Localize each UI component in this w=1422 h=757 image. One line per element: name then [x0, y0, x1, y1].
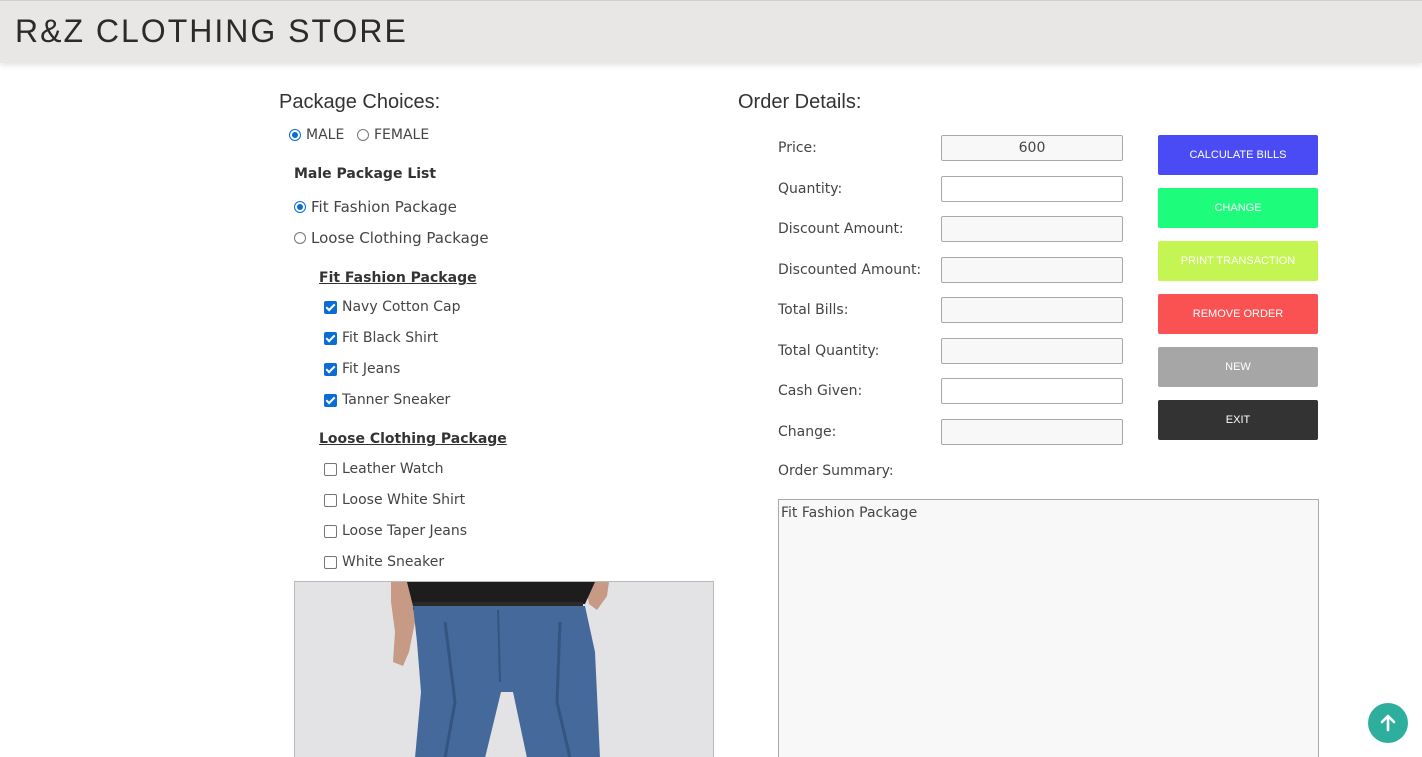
- quantity-field[interactable]: [941, 176, 1123, 202]
- calculate-bills-button[interactable]: CALCULATE BILLS: [1158, 135, 1318, 175]
- item-label: Leather Watch: [342, 461, 444, 477]
- order-summary-label: Order Summary:: [778, 463, 894, 479]
- order-summary-textarea[interactable]: Fit Fashion Package: [778, 499, 1319, 757]
- package-product-image: [294, 581, 714, 757]
- discounted-amount-label: Discounted Amount:: [778, 262, 922, 278]
- order-details-title: Order Details:: [738, 91, 862, 113]
- print-transaction-button[interactable]: PRINT TRANSACTION: [1158, 241, 1318, 281]
- quantity-label: Quantity:: [778, 181, 843, 197]
- checkbox-indicator: [324, 300, 337, 314]
- checkbox-indicator: [324, 362, 337, 376]
- checkbox-indicator: [324, 393, 337, 407]
- item-checkbox-navy-cotton-cap[interactable]: Navy Cotton Cap: [324, 299, 461, 315]
- gender-radio-female[interactable]: FEMALE: [357, 127, 429, 143]
- change-label: Change:: [778, 424, 837, 440]
- remove-order-button[interactable]: REMOVE ORDER: [1158, 294, 1318, 334]
- gender-label-male: MALE: [306, 127, 345, 143]
- item-label: White Sneaker: [342, 554, 445, 570]
- radio-indicator: [357, 129, 369, 141]
- item-checkbox-fit-black-shirt[interactable]: Fit Black Shirt: [324, 330, 438, 346]
- item-label: Tanner Sneaker: [342, 392, 451, 408]
- discount-amount-label: Discount Amount:: [778, 221, 904, 237]
- package-label-fit: Fit Fashion Package: [311, 198, 457, 216]
- item-checkbox-tanner-sneaker[interactable]: Tanner Sneaker: [324, 392, 450, 408]
- radio-indicator: [289, 129, 301, 141]
- item-label: Navy Cotton Cap: [342, 299, 461, 315]
- change-field[interactable]: [941, 419, 1123, 445]
- gender-label-female: FEMALE: [374, 127, 430, 143]
- loose-clothing-package-heading: Loose Clothing Package: [319, 431, 507, 447]
- checkbox-indicator: [324, 524, 337, 538]
- change-button[interactable]: CHANGE: [1158, 188, 1318, 228]
- item-label: Fit Jeans: [342, 361, 401, 377]
- cash-given-field[interactable]: [941, 378, 1123, 404]
- package-label-loose: Loose Clothing Package: [311, 229, 489, 247]
- exit-button[interactable]: EXIT: [1158, 400, 1318, 440]
- total-quantity-field[interactable]: [941, 338, 1123, 364]
- radio-indicator: [294, 232, 306, 244]
- checkbox-indicator: [324, 331, 337, 345]
- item-checkbox-white-sneaker[interactable]: White Sneaker: [324, 554, 444, 570]
- price-field[interactable]: 600: [941, 135, 1123, 161]
- discount-amount-field[interactable]: [941, 216, 1123, 242]
- item-label: Fit Black Shirt: [342, 330, 439, 346]
- package-choices-title: Package Choices:: [279, 91, 441, 113]
- header-bar: R&Z CLOTHING STORE: [0, 0, 1422, 63]
- total-bills-field[interactable]: [941, 297, 1123, 323]
- item-checkbox-leather-watch[interactable]: Leather Watch: [324, 461, 444, 477]
- item-checkbox-loose-white-shirt[interactable]: Loose White Shirt: [324, 492, 465, 508]
- radio-indicator: [294, 201, 306, 213]
- item-label: Loose Taper Jeans: [342, 523, 468, 539]
- male-package-list-title: Male Package List: [294, 166, 437, 182]
- discounted-amount-field[interactable]: [941, 257, 1123, 283]
- total-bills-label: Total Bills:: [778, 302, 849, 318]
- scroll-to-top-button[interactable]: [1368, 703, 1408, 743]
- item-checkbox-loose-taper-jeans[interactable]: Loose Taper Jeans: [324, 523, 467, 539]
- item-checkbox-fit-jeans[interactable]: Fit Jeans: [324, 361, 400, 377]
- store-title: R&Z CLOTHING STORE: [15, 13, 408, 49]
- cash-given-label: Cash Given:: [778, 383, 863, 399]
- package-radio-loose[interactable]: Loose Clothing Package: [294, 229, 489, 247]
- checkbox-indicator: [324, 555, 337, 569]
- price-label: Price:: [778, 140, 817, 156]
- checkbox-indicator: [324, 462, 337, 476]
- total-quantity-label: Total Quantity:: [778, 343, 880, 359]
- fit-fashion-package-heading: Fit Fashion Package: [319, 270, 477, 286]
- checkbox-indicator: [324, 493, 337, 507]
- arrow-up-icon: [1380, 714, 1396, 732]
- package-radio-fit[interactable]: Fit Fashion Package: [294, 198, 457, 216]
- new-button[interactable]: NEW: [1158, 347, 1318, 387]
- item-label: Loose White Shirt: [342, 492, 466, 508]
- gender-radio-male[interactable]: MALE: [289, 127, 344, 143]
